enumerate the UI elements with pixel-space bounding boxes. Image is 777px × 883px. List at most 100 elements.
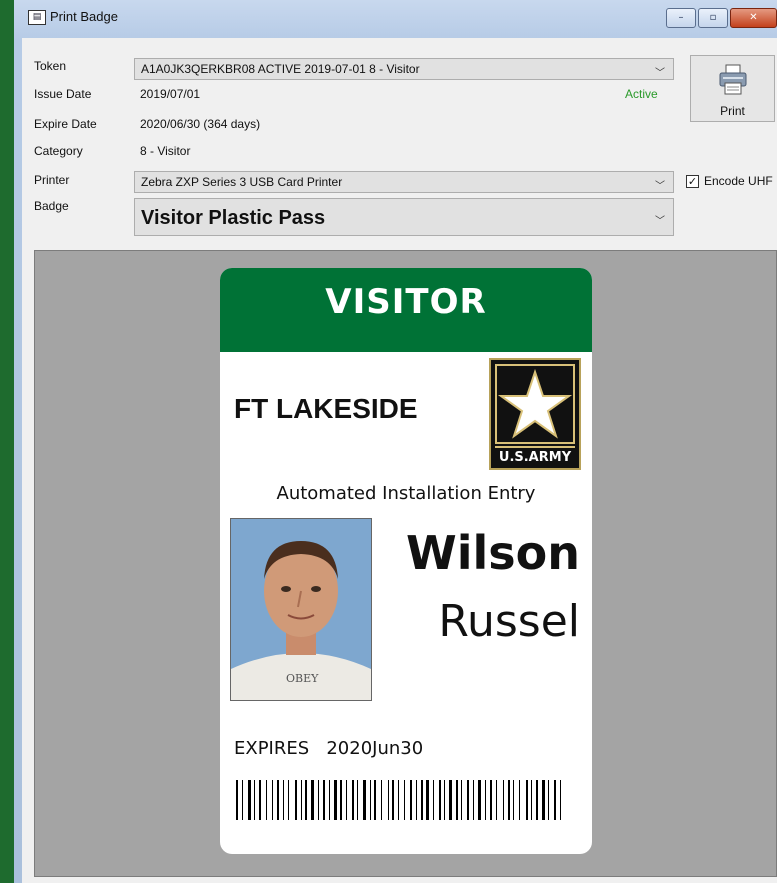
barcode-bar <box>277 780 279 820</box>
barcode-bar <box>388 780 389 820</box>
badge-header-text: VISITOR <box>325 282 487 322</box>
barcode-bar <box>531 780 532 820</box>
barcode-bar <box>554 780 556 820</box>
expire-date-label: Expire Date <box>34 117 97 131</box>
token-value: A1A0JK3QERKBR08 ACTIVE 2019-07-01 8 - Vi… <box>141 62 420 76</box>
category-label: Category <box>34 144 83 158</box>
army-logo-text: U.S.ARMY <box>495 446 575 466</box>
barcode-bar <box>352 780 354 820</box>
expire-date-value: 2020/06/30 (364 days) <box>140 117 261 131</box>
barcode-bar <box>503 780 504 820</box>
barcode-bar <box>272 780 273 820</box>
barcode-bar <box>295 780 297 820</box>
barcode-bar <box>467 780 469 820</box>
barcode-bar <box>363 780 366 820</box>
barcode-bar <box>433 780 434 820</box>
badge-label: Badge <box>34 199 69 213</box>
star-icon <box>497 368 573 439</box>
visitor-photo-image: OBEY <box>231 519 371 700</box>
barcode-bar <box>340 780 342 820</box>
barcode-bar <box>318 780 319 820</box>
print-button[interactable]: Print <box>690 55 775 122</box>
barcode-bar <box>283 780 284 820</box>
badge-card: VISITOR FT LAKESIDE U.S.ARMY Automated I… <box>220 268 592 854</box>
printer-label: Printer <box>34 173 70 187</box>
barcode-bar <box>560 780 561 820</box>
barcode-bar <box>439 780 441 820</box>
barcode-bar <box>461 780 462 820</box>
barcode-bar <box>426 780 429 820</box>
issue-date-label: Issue Date <box>34 87 92 101</box>
barcode-bar <box>357 780 358 820</box>
token-dropdown[interactable]: A1A0JK3QERKBR08 ACTIVE 2019-07-01 8 - Vi… <box>134 58 674 80</box>
barcode-bar <box>248 780 251 820</box>
barcode-bar <box>381 780 382 820</box>
printer-icon <box>719 64 747 95</box>
printer-dropdown[interactable]: Zebra ZXP Series 3 USB Card Printer ﹀ <box>134 171 674 193</box>
barcode-bar <box>370 780 371 820</box>
issue-date-value: 2019/07/01 <box>140 87 201 101</box>
background-window-edge <box>0 0 14 883</box>
close-button[interactable]: ✕ <box>730 8 777 28</box>
barcode-bar <box>416 780 417 820</box>
badge-barcode <box>236 780 561 820</box>
barcode-bar <box>329 780 330 820</box>
barcode-bar <box>311 780 314 820</box>
checkbox-checked-icon[interactable]: ✓ <box>686 175 699 188</box>
barcode-bar <box>490 780 492 820</box>
barcode-bar <box>444 780 445 820</box>
chevron-down-icon: ﹀ <box>655 216 665 227</box>
barcode-bar <box>496 780 497 820</box>
barcode-bar <box>456 780 458 820</box>
barcode-bar <box>519 780 520 820</box>
barcode-bar <box>392 780 394 820</box>
badge-dropdown[interactable]: Visitor Plastic Pass ﹀ <box>134 198 674 236</box>
barcode-bar <box>526 780 528 820</box>
barcode-bar <box>449 780 452 820</box>
badge-subtitle: Automated Installation Entry <box>276 483 536 504</box>
barcode-bar <box>374 780 376 820</box>
title-bar[interactable]: ▤ Print Badge – ▫ ✕ <box>14 0 777 38</box>
barcode-bar <box>478 780 481 820</box>
army-logo: U.S.ARMY <box>489 358 581 470</box>
barcode-bar <box>542 780 545 820</box>
app-icon: ▤ <box>28 10 46 25</box>
window-frame: ▤ Print Badge – ▫ ✕ Token A1A0JK3QERKBR0… <box>14 0 777 883</box>
barcode-bar <box>508 780 510 820</box>
expires-value: 2020Jun30 <box>326 738 424 759</box>
barcode-bar <box>421 780 423 820</box>
barcode-bar <box>236 780 238 820</box>
barcode-bar <box>254 780 255 820</box>
expiration-line: EXPIRES 2020Jun30 <box>234 738 423 759</box>
barcode-bar <box>305 780 307 820</box>
minimize-button[interactable]: – <box>666 8 696 28</box>
barcode-bar <box>548 780 549 820</box>
printer-value: Zebra ZXP Series 3 USB Card Printer <box>141 175 343 189</box>
token-label: Token <box>34 59 67 73</box>
window-title: Print Badge <box>50 9 118 24</box>
barcode-bar <box>266 780 267 820</box>
print-button-label: Print <box>720 104 745 118</box>
badge-value: Visitor Plastic Pass <box>141 207 326 229</box>
barcode-bar <box>398 780 399 820</box>
badge-preview-panel: VISITOR FT LAKESIDE U.S.ARMY Automated I… <box>34 250 777 877</box>
badge-header-band: VISITOR <box>220 268 592 352</box>
chevron-down-icon: ﹀ <box>655 68 665 79</box>
photo-shirt-text: OBEY <box>286 672 319 685</box>
barcode-bar <box>288 780 289 820</box>
category-value: 8 - Visitor <box>140 144 191 158</box>
army-star-frame <box>495 364 575 444</box>
barcode-bar <box>259 780 261 820</box>
visitor-photo: OBEY <box>230 518 372 701</box>
barcode-bar <box>301 780 302 820</box>
barcode-bar <box>242 780 243 820</box>
barcode-bar <box>334 780 337 820</box>
chevron-down-icon: ﹀ <box>655 181 665 192</box>
dialog-bottom-edge <box>22 877 777 883</box>
maximize-button[interactable]: ▫ <box>698 8 728 28</box>
barcode-bar <box>536 780 538 820</box>
barcode-bar <box>404 780 405 820</box>
barcode-bar <box>323 780 325 820</box>
barcode-bar <box>473 780 474 820</box>
print-badge-window: ▤ Print Badge – ▫ ✕ Token A1A0JK3QERKBR0… <box>0 0 777 883</box>
